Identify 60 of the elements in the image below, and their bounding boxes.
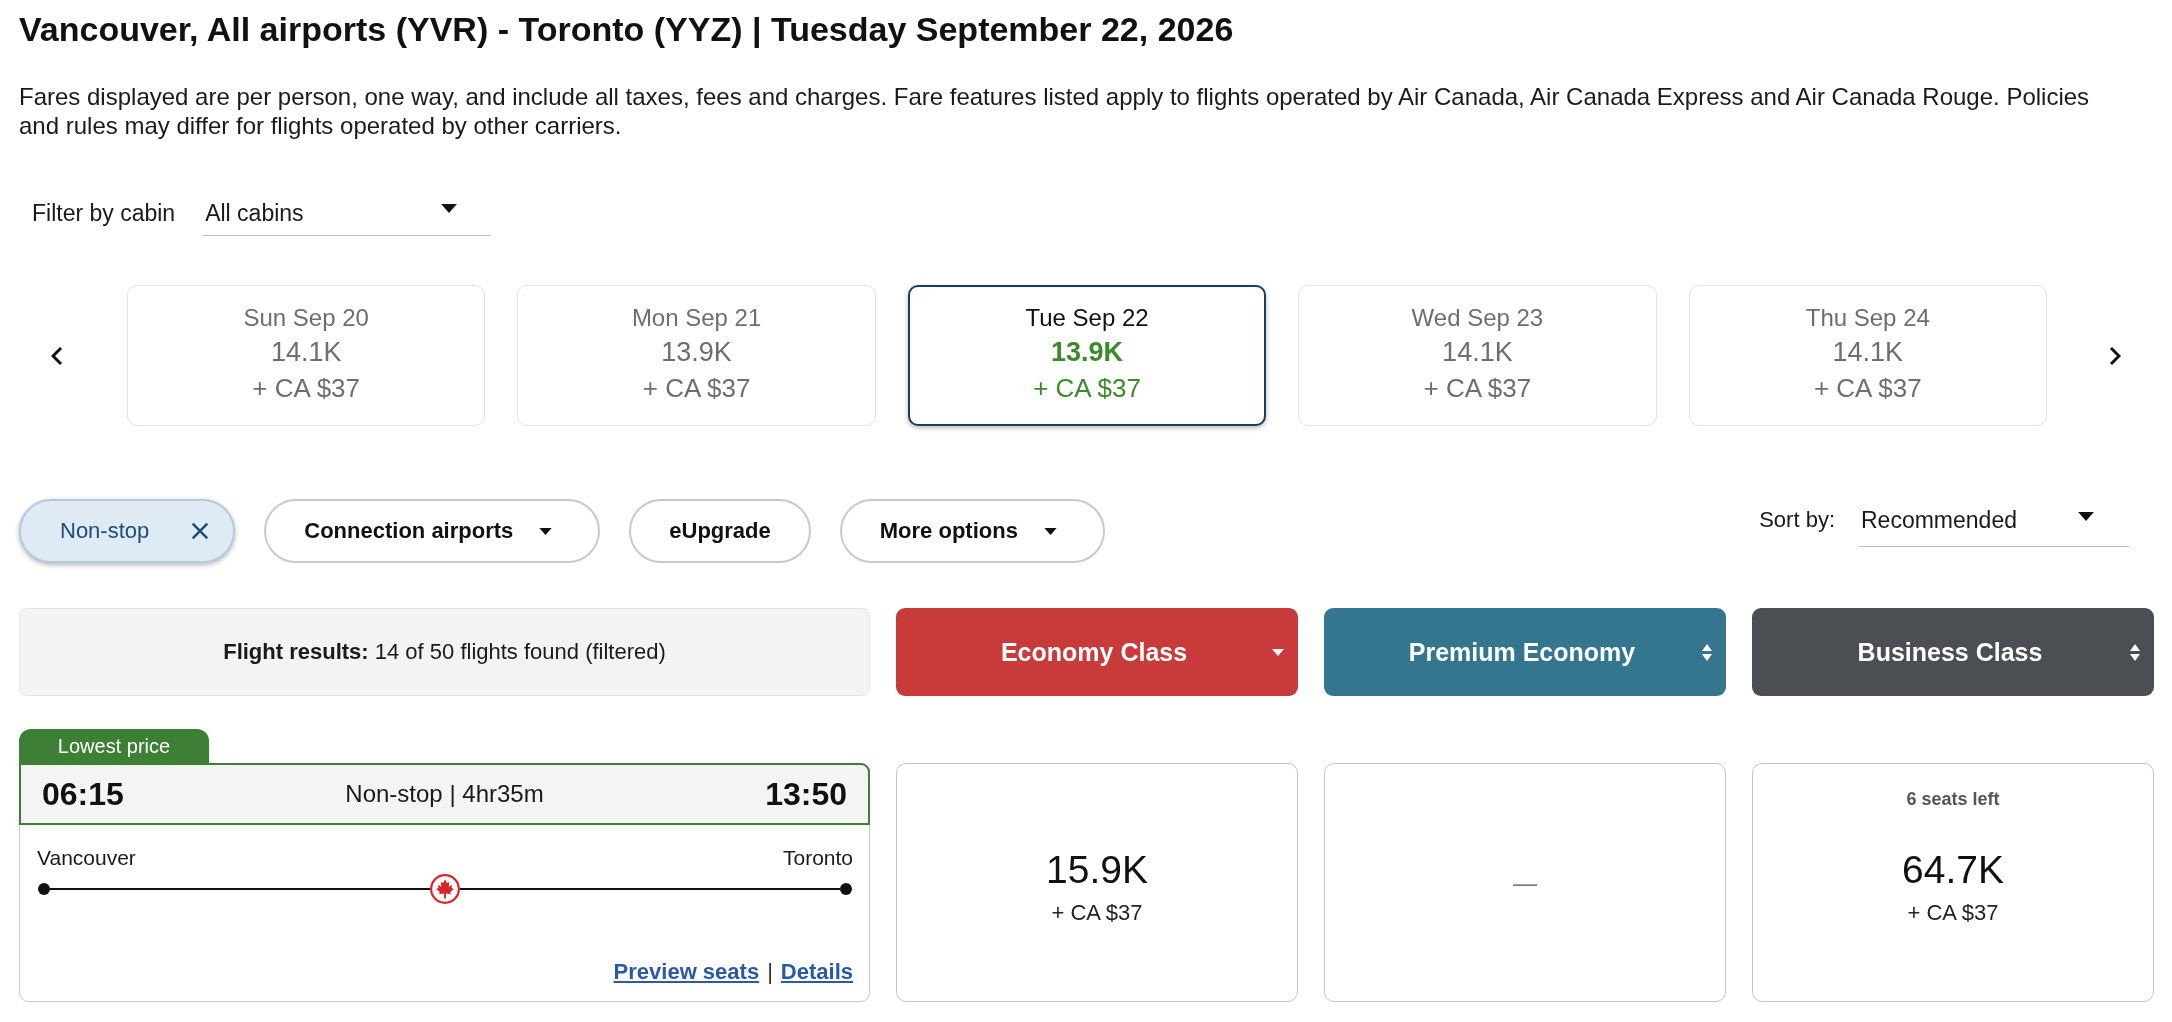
destination-city: Toronto [782, 845, 853, 871]
points-price: 14.1K [1832, 336, 1904, 369]
date-label: Tue Sep 22 [1025, 303, 1149, 333]
cabin-header[interactable]: Premium Economy [1324, 608, 1726, 696]
arrival-time: 13:50 [765, 775, 847, 813]
cabin-header[interactable]: Business Class [1752, 608, 2154, 696]
date-card[interactable]: Wed Sep 23 14.1K + CA $37 [1298, 285, 1657, 426]
cash-price: + CA $37 [1033, 372, 1141, 405]
origin-city: Vancouver [37, 845, 136, 871]
results-summary: Flight results: 14 of 50 flights found (filtered) [19, 608, 870, 696]
sort-dropdown[interactable]: Recommended [1859, 499, 2129, 547]
cabin-header[interactable]: Economy Class [896, 608, 1298, 696]
link-separator: | [767, 958, 773, 986]
cabin-filter-dropdown[interactable]: All cabins [203, 190, 492, 236]
page-title: Vancouver, All airports (YVR) - Toronto (YYZ) | Tuesday September 22, 2026 [19, 10, 1235, 48]
chevron-right-icon[interactable] [2109, 345, 2122, 366]
fare-cash: + CA $37 [1907, 899, 1999, 927]
caret-icon [2078, 511, 2094, 521]
flight-summary: Non-stop | 4hr35m [345, 780, 544, 808]
fare-card[interactable]: — [1324, 763, 1726, 1002]
chevron-left-icon[interactable] [51, 345, 63, 366]
cash-price: + CA $37 [1813, 372, 1922, 405]
date-card[interactable]: Mon Sep 21 13.9K + CA $37 [517, 285, 876, 426]
points-price: 14.1K [270, 336, 342, 369]
cash-price: + CA $37 [252, 372, 361, 405]
fare-notice: Fares displayed are per person, one way, and include all taxes, fees and charges. Fare features listed apply to flights operated by Air Canada, Air Canada Express and Air Canada Rouge. Policies and rules may differ for flights operated by other carriers. [19, 82, 2091, 140]
close-icon[interactable] [191, 522, 210, 540]
text-link[interactable]: Details [780, 957, 853, 987]
filter-chip[interactable]: More options [839, 499, 1105, 563]
points-price: 13.9K [661, 336, 732, 369]
filter-chip[interactable]: Non-stop [19, 499, 236, 563]
text-link[interactable]: Preview seats [613, 957, 760, 987]
fare-card[interactable]: 15.9K + CA $37 [896, 763, 1298, 1002]
destination-dot-icon [840, 883, 852, 895]
departure-time: 06:15 [42, 775, 124, 813]
fare-points: 15.9K [1046, 847, 1148, 893]
seats-left-note: 6 seats left [1906, 788, 2000, 811]
fare-card[interactable]: 6 seats left 64.7K + CA $37 [1752, 763, 2154, 1002]
fare-points: 64.7K [1902, 847, 2004, 893]
date-label: Sun Sep 20 [243, 303, 369, 333]
points-price: 13.9K [1050, 336, 1123, 369]
date-card[interactable]: Tue Sep 22 13.9K + CA $37 [907, 285, 1267, 426]
date-card[interactable]: Sun Sep 20 14.1K + CA $37 [127, 285, 486, 426]
filter-chip[interactable]: eUpgrade [629, 499, 811, 563]
date-card[interactable]: Thu Sep 24 14.1K + CA $37 [1688, 285, 2047, 426]
date-label: Mon Sep 21 [631, 303, 762, 333]
maple-leaf-icon [430, 874, 460, 904]
lowest-price-badge: Lowest price [19, 729, 209, 763]
fare-cash: + CA $37 [1051, 899, 1143, 927]
filter-label: Filter by cabin [32, 199, 176, 228]
points-price: 14.1K [1442, 336, 1513, 369]
date-label: Wed Sep 23 [1411, 303, 1544, 333]
unavailable-fare: — [1513, 867, 1537, 898]
caret-icon [441, 203, 458, 213]
cash-price: + CA $37 [642, 372, 751, 405]
origin-dot-icon [38, 883, 50, 895]
date-label: Thu Sep 24 [1805, 303, 1930, 333]
cash-price: + CA $37 [1423, 372, 1532, 405]
sort-label: Sort by: [1759, 506, 1835, 534]
filter-chip[interactable]: Connection airports [264, 499, 601, 563]
